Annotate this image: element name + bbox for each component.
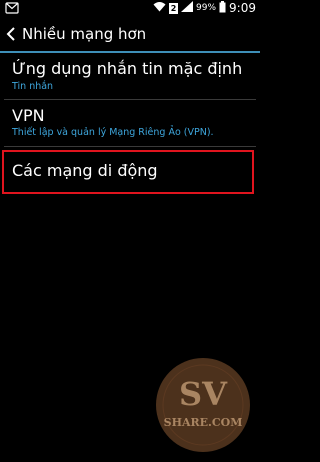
clock-time: 9:09 <box>229 1 256 15</box>
action-bar: Nhiều mạng hơn <box>0 16 260 52</box>
list-item-summary: Thiết lập và quản lý Mạng Riêng Ảo (VPN)… <box>12 127 214 138</box>
notification-icon <box>5 2 19 14</box>
list-item-title: Ứng dụng nhắn tin mặc định <box>12 59 243 78</box>
chevron-left-icon[interactable] <box>2 22 20 46</box>
watermark-top-text: SV <box>179 375 228 413</box>
list-item-default-messaging-app[interactable]: Ứng dụng nhắn tin mặc định Tin nhắn <box>0 53 260 99</box>
list-divider <box>4 146 256 147</box>
list-item-summary: Tin nhắn <box>12 81 54 92</box>
settings-screen: 2 99% 9:09 Nhiều mạng hơn Ứng dụng nhắn … <box>0 0 260 462</box>
wifi-icon <box>153 1 166 15</box>
signal-icon <box>181 1 194 15</box>
battery-percent: 99% <box>196 3 217 13</box>
sim-icon: 2 <box>169 2 179 14</box>
status-icons: 2 99% 9:09 <box>153 0 256 16</box>
highlight-box <box>2 150 254 194</box>
battery-icon <box>219 0 226 16</box>
status-bar: 2 99% 9:09 <box>0 0 260 16</box>
page-title[interactable]: Nhiều mạng hơn <box>22 25 146 43</box>
list-item-title: VPN <box>12 106 45 125</box>
sv-share-watermark-logo: SV SHARE.COM <box>153 355 253 455</box>
watermark-bottom-text: SHARE.COM <box>164 416 243 429</box>
list-item-vpn[interactable]: VPN Thiết lập và quản lý Mạng Riêng Ảo (… <box>0 100 260 146</box>
